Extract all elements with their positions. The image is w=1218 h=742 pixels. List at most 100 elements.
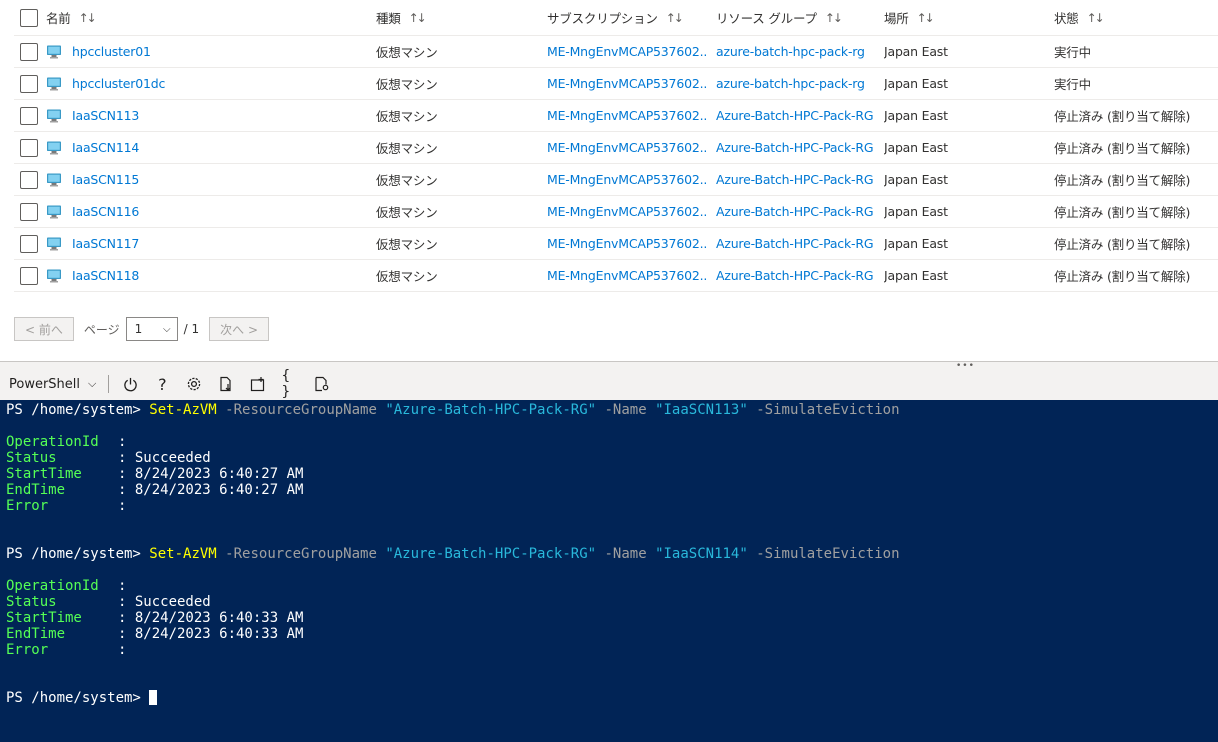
resource-group-link[interactable]: Azure-Batch-HPC-Pack-RG xyxy=(716,260,876,291)
upload-download-icon[interactable] xyxy=(217,375,235,393)
location-cell: Japan East xyxy=(884,204,948,219)
parameter-name: -ResourceGroupName xyxy=(225,546,377,562)
table-row[interactable]: hpccluster01dc 仮想マシン ME-MngEnvMCAP537602..… xyxy=(14,68,1218,100)
subscription-link[interactable]: ME-MngEnvMCAP537602... xyxy=(547,68,707,99)
output-key: Status xyxy=(6,594,57,610)
output-key: OperationId xyxy=(6,434,99,450)
virtual-machine-icon xyxy=(46,140,62,156)
sort-icon[interactable]: ↑↓ xyxy=(917,11,935,25)
resource-group-link[interactable]: Azure-Batch-HPC-Pack-RG xyxy=(716,164,876,195)
resource-group-link[interactable]: Azure-Batch-HPC-Pack-RG xyxy=(716,228,876,259)
sort-icon[interactable]: ↑↓ xyxy=(666,11,684,25)
shell-type-select[interactable]: PowerShell ⌵ xyxy=(9,377,96,392)
web-preview-icon[interactable] xyxy=(313,375,331,393)
page-select[interactable]: 1 ⌵ xyxy=(125,317,178,341)
column-header-type[interactable]: 種類 ↑↓ xyxy=(376,0,536,35)
vm-name-cell: hpccluster01 xyxy=(46,36,366,67)
location-cell: Japan East xyxy=(884,44,948,59)
parameter-name: -ResourceGroupName xyxy=(225,402,377,418)
virtual-machine-icon xyxy=(46,204,62,220)
prev-page-button[interactable]: < 前へ xyxy=(14,317,74,341)
subscription-link[interactable]: ME-MngEnvMCAP537602... xyxy=(547,164,707,195)
resource-group-link[interactable]: Azure-Batch-HPC-Pack-RG xyxy=(716,100,876,131)
status-cell: 実行中 xyxy=(1054,77,1091,92)
resource-group-link[interactable]: azure-batch-hpc-pack-rg xyxy=(716,68,876,99)
sort-icon[interactable]: ↑↓ xyxy=(1087,11,1105,25)
vm-name-link[interactable]: hpccluster01 xyxy=(72,44,151,59)
row-checkbox[interactable] xyxy=(20,138,38,157)
table-row[interactable]: IaaSCN115 仮想マシン ME-MngEnvMCAP537602... Azur… xyxy=(14,164,1218,196)
resource-group-link[interactable]: Azure-Batch-HPC-Pack-RG xyxy=(716,196,876,227)
output-separator: : xyxy=(118,434,135,450)
vm-name-link[interactable]: IaaSCN113 xyxy=(72,108,139,123)
sort-icon[interactable]: ↑↓ xyxy=(825,11,843,25)
chevron-down-icon: ⌵ xyxy=(88,377,97,390)
subscription-link[interactable]: ME-MngEnvMCAP537602... xyxy=(547,260,707,291)
resource-group-link[interactable]: Azure-Batch-HPC-Pack-RG xyxy=(716,132,876,163)
output-value: 8/24/2023 6:40:27 AM xyxy=(134,466,304,482)
virtual-machine-icon xyxy=(46,268,62,284)
table-row[interactable]: IaaSCN116 仮想マシン ME-MngEnvMCAP537602... Azur… xyxy=(14,196,1218,228)
table-row[interactable]: IaaSCN117 仮想マシン ME-MngEnvMCAP537602... Azur… xyxy=(14,228,1218,260)
new-session-icon[interactable] xyxy=(249,375,267,393)
table-row[interactable]: IaaSCN118 仮想マシン ME-MngEnvMCAP537602... Azur… xyxy=(14,260,1218,292)
help-icon[interactable]: ? xyxy=(153,375,171,394)
column-header-resource-group[interactable]: リソース グループ ↑↓ xyxy=(716,0,876,35)
resource-group-link[interactable]: azure-batch-hpc-pack-rg xyxy=(716,36,876,67)
output-line: OperationId: xyxy=(6,434,1218,450)
command-line: PS /home/system> Set-AzVM -ResourceGroup… xyxy=(6,402,1218,418)
subscription-link[interactable]: ME-MngEnvMCAP537602... xyxy=(547,228,707,259)
output-key: StartTime xyxy=(6,466,82,482)
output-separator: : xyxy=(118,498,135,514)
output-separator: : xyxy=(118,450,135,466)
row-checkbox[interactable] xyxy=(20,170,38,189)
vm-name-link[interactable]: IaaSCN114 xyxy=(72,140,139,155)
subscription-link[interactable]: ME-MngEnvMCAP537602... xyxy=(547,132,707,163)
vm-name-link[interactable]: IaaSCN115 xyxy=(72,172,139,187)
panel-splitter[interactable]: ••• xyxy=(0,361,1218,371)
vm-name-link[interactable]: IaaSCN117 xyxy=(72,236,139,251)
vm-name-cell: IaaSCN114 xyxy=(46,132,366,163)
subscription-link[interactable]: ME-MngEnvMCAP537602... xyxy=(547,100,707,131)
subscription-link[interactable]: ME-MngEnvMCAP537602... xyxy=(547,36,707,67)
output-line: Error: xyxy=(6,498,1218,514)
vm-name-cell: IaaSCN118 xyxy=(46,260,366,291)
column-header-location[interactable]: 場所 ↑↓ xyxy=(884,0,1044,35)
output-separator: : xyxy=(118,626,135,642)
output-line: Status: Succeeded xyxy=(6,594,1218,610)
row-checkbox[interactable] xyxy=(20,202,38,221)
output-line: Status: Succeeded xyxy=(6,450,1218,466)
vm-name-link[interactable]: hpccluster01dc xyxy=(72,76,165,91)
column-header-name[interactable]: 名前 ↑↓ xyxy=(46,0,366,35)
virtual-machine-icon xyxy=(46,76,62,92)
row-checkbox[interactable] xyxy=(20,74,38,93)
sort-icon[interactable]: ↑↓ xyxy=(79,11,97,25)
vm-name-link[interactable]: IaaSCN116 xyxy=(72,204,139,219)
output-key: Status xyxy=(6,450,57,466)
next-page-button[interactable]: 次へ > xyxy=(209,317,270,341)
output-separator: : xyxy=(118,578,135,594)
output-separator: : xyxy=(118,466,135,482)
editor-icon[interactable]: { } xyxy=(281,368,299,400)
virtual-machine-icon xyxy=(46,44,62,60)
column-header-subscription[interactable]: サブスクリプション ↑↓ xyxy=(547,0,707,35)
column-header-status[interactable]: 状態 ↑↓ xyxy=(1054,0,1218,35)
subscription-link[interactable]: ME-MngEnvMCAP537602... xyxy=(547,196,707,227)
table-row[interactable]: IaaSCN114 仮想マシン ME-MngEnvMCAP537602... Azur… xyxy=(14,132,1218,164)
row-checkbox[interactable] xyxy=(20,266,38,285)
select-all-checkbox[interactable] xyxy=(20,8,38,27)
vm-name-link[interactable]: IaaSCN118 xyxy=(72,268,139,283)
cmdlet-name: Set-AzVM xyxy=(149,546,217,562)
row-checkbox[interactable] xyxy=(20,234,38,253)
row-checkbox[interactable] xyxy=(20,106,38,125)
power-icon[interactable] xyxy=(121,375,139,393)
settings-icon[interactable] xyxy=(185,375,203,393)
sort-icon[interactable]: ↑↓ xyxy=(409,11,427,25)
table-row[interactable]: IaaSCN113 仮想マシン ME-MngEnvMCAP537602... Azur… xyxy=(14,100,1218,132)
table-row[interactable]: hpccluster01 仮想マシン ME-MngEnvMCAP537602... a… xyxy=(14,36,1218,68)
terminal-output[interactable]: PS /home/system> Set-AzVM -ResourceGroup… xyxy=(0,400,1218,742)
row-checkbox[interactable] xyxy=(20,42,38,61)
